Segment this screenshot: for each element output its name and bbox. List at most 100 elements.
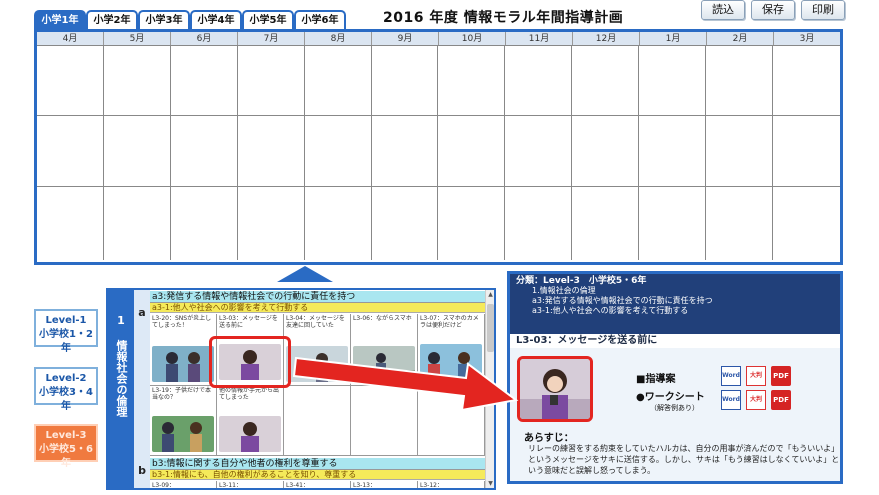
save-button[interactable]: 保存 bbox=[751, 0, 795, 20]
calendar-cell[interactable] bbox=[706, 187, 774, 260]
print-button[interactable]: 印刷 bbox=[801, 0, 845, 20]
calendar-cell[interactable] bbox=[171, 187, 238, 260]
calendar-cell[interactable] bbox=[170, 46, 238, 116]
lesson-cell[interactable]: L3-12： bbox=[418, 481, 485, 488]
lesson-preview-image[interactable] bbox=[517, 356, 593, 422]
month-label: 11月 bbox=[506, 32, 573, 45]
calendar-cell[interactable] bbox=[103, 46, 171, 116]
guide-word-icon[interactable]: Word bbox=[721, 366, 741, 386]
calendar-cell[interactable] bbox=[237, 116, 305, 187]
month-label: 7月 bbox=[238, 32, 305, 45]
scroll-down-icon[interactable]: ▼ bbox=[486, 479, 494, 488]
tab-grade1[interactable]: 小学1年 bbox=[34, 10, 86, 31]
guide-pdf-icon[interactable]: PDF bbox=[771, 366, 791, 386]
worksheet-print-icon[interactable]: 大判 bbox=[746, 390, 766, 410]
tab-grade3[interactable]: 小学3年 bbox=[138, 10, 190, 31]
level-2-button[interactable]: Level-2 小学校3・4年 bbox=[34, 367, 98, 412]
lesson-cell[interactable]: L3-20：SNSが炎上してしまった！ bbox=[150, 314, 217, 386]
month-label: 1月 bbox=[640, 32, 707, 45]
month-label: 6月 bbox=[171, 32, 238, 45]
calendar-cell[interactable] bbox=[639, 116, 707, 187]
worksheet-pdf-icon[interactable]: PDF bbox=[771, 390, 791, 410]
tab-grade6[interactable]: 小学6年 bbox=[294, 10, 346, 31]
month-label: 8月 bbox=[305, 32, 372, 45]
calendar-cell[interactable] bbox=[505, 46, 573, 116]
category-a3: a3:発信する情報や情報社会での行動に責任を持つ bbox=[150, 291, 485, 303]
calendar-cell[interactable] bbox=[505, 187, 573, 260]
level-1-button[interactable]: Level-1 小学校1・2年 bbox=[34, 309, 98, 354]
calendar-cell[interactable] bbox=[304, 116, 372, 187]
month-label: 5月 bbox=[104, 32, 171, 45]
lesson-label: L3-19：子供だけで本当なの？ bbox=[152, 387, 211, 401]
calendar-cell[interactable] bbox=[37, 116, 104, 187]
lesson-cell[interactable]: L3-19：子供だけで本当なの？ bbox=[150, 386, 217, 456]
classification-line: a3-1:他人や社会への影響を考えて行動する bbox=[532, 306, 689, 315]
synopsis-heading: あらすじ： bbox=[524, 433, 574, 444]
lesson-label: L3-11： bbox=[219, 482, 242, 489]
calendar-cell[interactable] bbox=[505, 116, 573, 187]
scroll-up-icon[interactable]: ▲ bbox=[486, 290, 494, 299]
month-label: 3月 bbox=[799, 34, 815, 44]
lesson-label: 他の情報が手元から出てしまった bbox=[219, 387, 280, 401]
calendar-cell[interactable] bbox=[37, 187, 104, 260]
calendar-cell[interactable] bbox=[238, 187, 305, 260]
classification-line: a3:発信する情報や情報社会での行動に責任を持つ bbox=[532, 296, 713, 305]
lesson-cell[interactable]: L3-41： bbox=[284, 481, 351, 489]
month-label: 2月 bbox=[707, 32, 774, 45]
calendar-cell[interactable] bbox=[104, 187, 171, 260]
calendar-cell[interactable] bbox=[438, 46, 506, 116]
lesson-title: L3-03：メッセージを送る前に bbox=[510, 334, 840, 348]
worksheet-label-text: ●ワークシート bbox=[636, 392, 705, 403]
worksheet-sub: （解答例あり） bbox=[650, 404, 699, 412]
lesson-cell[interactable]: L3-13： bbox=[351, 481, 418, 489]
calendar-cell[interactable] bbox=[305, 187, 372, 260]
calendar-cell[interactable] bbox=[639, 46, 707, 116]
calendar-cell[interactable] bbox=[372, 187, 439, 260]
lesson-label: L3-41： bbox=[286, 482, 309, 489]
lesson-cell[interactable]: 他の情報が手元から出てしまった bbox=[217, 386, 284, 456]
calendar-cell[interactable] bbox=[237, 46, 305, 116]
calendar-cell[interactable] bbox=[706, 46, 774, 116]
calendar-cell[interactable] bbox=[773, 187, 840, 260]
guide-print-icon[interactable]: 大判 bbox=[746, 366, 766, 386]
lesson-row: L3-09： L3-11： L3-41： L3-13： L3-12： bbox=[150, 481, 485, 489]
calendar-cell[interactable] bbox=[438, 116, 506, 187]
lesson-label: L3-13： bbox=[353, 482, 376, 489]
month-label: 9月 bbox=[372, 32, 439, 45]
worksheet-word-icon[interactable]: Word bbox=[721, 390, 741, 410]
calendar-grid bbox=[37, 46, 840, 260]
calendar-cell[interactable] bbox=[773, 116, 840, 187]
calendar-cell[interactable] bbox=[572, 187, 640, 260]
level-grade-label: 小学校5・6年 bbox=[39, 444, 93, 469]
calendar-cell[interactable] bbox=[572, 116, 640, 187]
calendar-cell[interactable] bbox=[773, 46, 840, 116]
calendar-cell[interactable] bbox=[304, 46, 372, 116]
lesson-cell[interactable]: L3-09： bbox=[150, 481, 217, 488]
lesson-cell[interactable]: L3-11： bbox=[217, 481, 284, 489]
calendar-cell[interactable] bbox=[706, 116, 774, 187]
unit-letter-a: a bbox=[134, 290, 150, 488]
tab-grade2[interactable]: 小学2年 bbox=[86, 10, 138, 31]
subcategory-b3-1: b3-1:情報にも、自他の権利があることを知り、尊重する bbox=[150, 470, 485, 480]
level-grade-label: 小学校1・2年 bbox=[39, 329, 93, 354]
lesson-label: L3-20：SNSが炎上してしまった！ bbox=[152, 315, 212, 329]
toolbar: 読込 保存 印刷 bbox=[701, 0, 845, 20]
calendar-cell[interactable] bbox=[438, 187, 506, 260]
tab-grade5[interactable]: 小学5年 bbox=[242, 10, 294, 31]
calendar-cell[interactable] bbox=[371, 46, 439, 116]
level-3-button[interactable]: Level-3 小学校5・6年 bbox=[34, 424, 98, 469]
red-arrow-icon bbox=[292, 356, 519, 410]
month-label: 4月 bbox=[37, 32, 104, 45]
calendar-cell[interactable] bbox=[572, 46, 640, 116]
level-label: Level-2 bbox=[45, 373, 87, 384]
classification-line: 1.情報社会の倫理 bbox=[532, 286, 596, 295]
calendar-cell[interactable] bbox=[170, 116, 238, 187]
category-b3: b3:情報に関する自分や他者の権利を尊重する bbox=[150, 458, 485, 470]
up-arrow-icon[interactable] bbox=[276, 265, 334, 283]
load-button[interactable]: 読込 bbox=[701, 0, 745, 20]
calendar-cell[interactable] bbox=[37, 46, 104, 116]
tab-grade4[interactable]: 小学4年 bbox=[190, 10, 242, 31]
calendar-cell[interactable] bbox=[103, 116, 171, 187]
calendar-cell[interactable] bbox=[371, 116, 439, 187]
calendar-cell[interactable] bbox=[639, 187, 707, 260]
